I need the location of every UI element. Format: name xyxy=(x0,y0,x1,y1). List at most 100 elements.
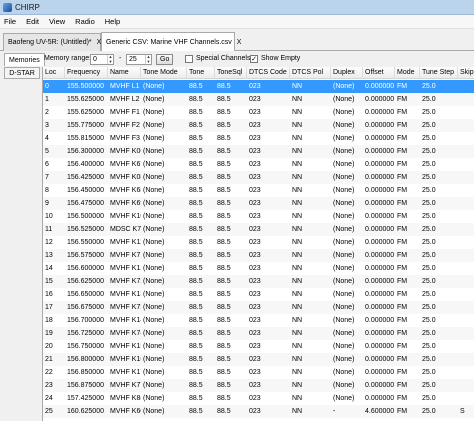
column-header-skip[interactable]: Skip xyxy=(458,67,474,79)
cell-mode[interactable]: FM xyxy=(395,366,420,379)
cell-tone-mode[interactable]: (None) xyxy=(141,158,187,171)
cell-tone-mode[interactable]: (None) xyxy=(141,262,187,275)
cell-frequency[interactable]: 157.425000 xyxy=(65,392,108,405)
cell-mode[interactable]: FM xyxy=(395,80,420,93)
cell-skip[interactable] xyxy=(458,301,474,314)
cell-tune-step[interactable]: 25.0 xyxy=(420,119,458,132)
cell-name[interactable]: MVHF K71 xyxy=(108,249,141,262)
range-end-input[interactable]: 25 ▲ ▼ xyxy=(126,54,152,65)
cell-tune-step[interactable]: 25.0 xyxy=(420,236,458,249)
cell-skip[interactable] xyxy=(458,106,474,119)
spin-arrows-icon[interactable]: ▲ ▼ xyxy=(107,54,113,64)
cell-tune-step[interactable]: 25.0 xyxy=(420,392,458,405)
cell-dtcs-code[interactable]: 023 xyxy=(247,223,290,236)
cell-mode[interactable]: FM xyxy=(395,314,420,327)
cell-mode[interactable]: FM xyxy=(395,106,420,119)
cell-dtcs-pol[interactable]: NN xyxy=(290,197,331,210)
cell-tone-mode[interactable]: (None) xyxy=(141,80,187,93)
cell-name[interactable]: MVHF K77 xyxy=(108,379,141,392)
cell-name[interactable]: MVHF K67 xyxy=(108,158,141,171)
cell-name[interactable]: MVHF K10 xyxy=(108,210,141,223)
cell-offset[interactable]: 0.000000 xyxy=(363,236,395,249)
cell-name[interactable]: MVHF F3 xyxy=(108,132,141,145)
cell-dtcs-code[interactable]: 023 xyxy=(247,210,290,223)
table-row[interactable]: 16 156.650000 MVHF K13 (None) 88.5 88.5 023 NN(… xyxy=(43,288,474,301)
cell-mode[interactable]: FM xyxy=(395,405,420,418)
cell-tone[interactable]: 88.5 xyxy=(187,119,215,132)
cell-skip[interactable] xyxy=(458,197,474,210)
table-row[interactable]: 14 156.600000 MVHF K12 (None) 88.5 88.5 023 NN(… xyxy=(43,262,474,275)
table-row[interactable]: 15 156.625000 MVHF K72 (None) 88.5 88.5 023 NN(… xyxy=(43,275,474,288)
cell-tone[interactable]: 88.5 xyxy=(187,314,215,327)
cell-dtcs-pol[interactable]: NN xyxy=(290,145,331,158)
cell-duplex[interactable]: (None) xyxy=(331,223,363,236)
column-header-dtcs-pol[interactable]: DTCS Pol xyxy=(290,67,331,79)
cell-skip[interactable] xyxy=(458,80,474,93)
cell-name[interactable]: MVHF K16 xyxy=(108,353,141,366)
cell-loc[interactable]: 16 xyxy=(43,288,65,301)
cell-frequency[interactable]: 155.775000 xyxy=(65,119,108,132)
menu-edit[interactable]: Edit xyxy=(26,17,39,26)
cell-tone[interactable]: 88.5 xyxy=(187,288,215,301)
cell-tonesql[interactable]: 88.5 xyxy=(215,236,247,249)
cell-tone[interactable]: 88.5 xyxy=(187,392,215,405)
cell-frequency[interactable]: 155.815000 xyxy=(65,132,108,145)
cell-skip[interactable] xyxy=(458,223,474,236)
cell-dtcs-code[interactable]: 023 xyxy=(247,158,290,171)
cell-offset[interactable]: 0.000000 xyxy=(363,106,395,119)
cell-skip[interactable] xyxy=(458,171,474,184)
column-header-offset[interactable]: Offset xyxy=(363,67,395,79)
cell-mode[interactable]: FM xyxy=(395,145,420,158)
cell-tone-mode[interactable]: (None) xyxy=(141,145,187,158)
cell-duplex[interactable]: (None) xyxy=(331,210,363,223)
cell-name[interactable]: MVHF K08 xyxy=(108,171,141,184)
cell-offset[interactable]: 0.000000 xyxy=(363,119,395,132)
cell-duplex[interactable]: (None) xyxy=(331,249,363,262)
cell-tonesql[interactable]: 88.5 xyxy=(215,405,247,418)
cell-mode[interactable]: FM xyxy=(395,132,420,145)
cell-tonesql[interactable]: 88.5 xyxy=(215,275,247,288)
cell-offset[interactable]: 0.000000 xyxy=(363,93,395,106)
cell-offset[interactable]: 0.000000 xyxy=(363,197,395,210)
cell-tone[interactable]: 88.5 xyxy=(187,249,215,262)
cell-loc[interactable]: 7 xyxy=(43,171,65,184)
table-row[interactable]: 13 156.575000 MVHF K71 (None) 88.5 88.5 023 NN(… xyxy=(43,249,474,262)
cell-duplex[interactable]: (None) xyxy=(331,119,363,132)
cell-dtcs-pol[interactable]: NN xyxy=(290,119,331,132)
cell-name[interactable]: MVHF K73 xyxy=(108,301,141,314)
cell-duplex[interactable]: (None) xyxy=(331,379,363,392)
cell-loc[interactable]: 6 xyxy=(43,158,65,171)
tab-memories[interactable]: Memories xyxy=(4,53,45,66)
cell-tone-mode[interactable]: (None) xyxy=(141,379,187,392)
cell-name[interactable]: MVHF K74 xyxy=(108,327,141,340)
table-row[interactable]: 7 156.425000 MVHF K08 (None) 88.5 88.5 023 NN (N… xyxy=(43,171,474,184)
cell-tone[interactable]: 88.5 xyxy=(187,353,215,366)
cell-tone-mode[interactable]: (None) xyxy=(141,106,187,119)
cell-loc[interactable]: 8 xyxy=(43,184,65,197)
cell-dtcs-pol[interactable]: NN xyxy=(290,288,331,301)
cell-offset[interactable]: 0.000000 xyxy=(363,288,395,301)
table-row[interactable]: 12 156.550000 MVHF K11 (None) 88.5 88.5 023 NN(… xyxy=(43,236,474,249)
cell-frequency[interactable]: 156.875000 xyxy=(65,379,108,392)
cell-dtcs-code[interactable]: 023 xyxy=(247,301,290,314)
cell-offset[interactable]: 0.000000 xyxy=(363,262,395,275)
cell-frequency[interactable]: 156.600000 xyxy=(65,262,108,275)
cell-offset[interactable]: 0.000000 xyxy=(363,80,395,93)
cell-mode[interactable]: FM xyxy=(395,184,420,197)
cell-tone[interactable]: 88.5 xyxy=(187,197,215,210)
cell-duplex[interactable]: (None) xyxy=(331,197,363,210)
cell-frequency[interactable]: 156.575000 xyxy=(65,249,108,262)
cell-tune-step[interactable]: 25.0 xyxy=(420,353,458,366)
cell-dtcs-pol[interactable]: NN xyxy=(290,132,331,145)
cell-frequency[interactable]: 155.500000 xyxy=(65,80,108,93)
cell-tone[interactable]: 88.5 xyxy=(187,301,215,314)
cell-dtcs-code[interactable]: 023 xyxy=(247,184,290,197)
cell-offset[interactable]: 0.000000 xyxy=(363,379,395,392)
cell-tone[interactable]: 88.5 xyxy=(187,171,215,184)
cell-duplex[interactable]: (None) xyxy=(331,392,363,405)
cell-loc[interactable]: 0 xyxy=(43,80,65,93)
cell-tone-mode[interactable]: (None) xyxy=(141,223,187,236)
cell-name[interactable]: MVHF F2 xyxy=(108,119,141,132)
cell-skip[interactable] xyxy=(458,119,474,132)
cell-loc[interactable]: 14 xyxy=(43,262,65,275)
